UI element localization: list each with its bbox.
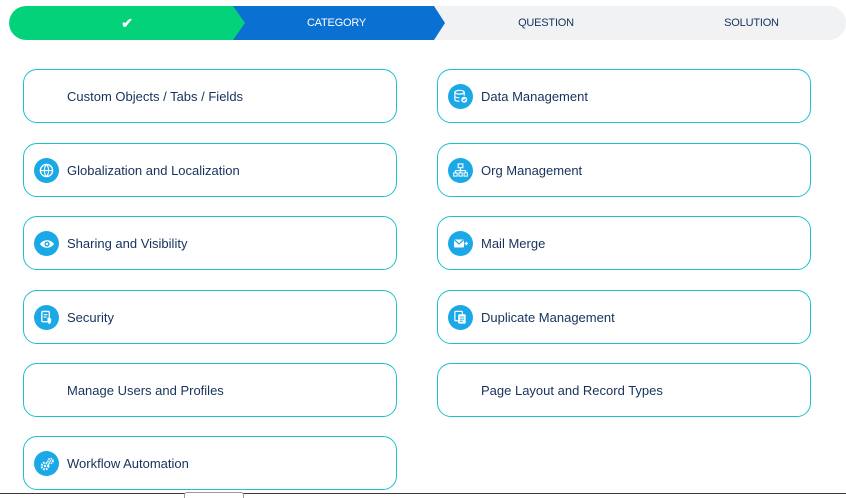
category-globalization[interactable]: Globalization and Localization xyxy=(23,143,397,197)
globe-icon xyxy=(34,158,59,183)
hierarchy-icon xyxy=(448,158,473,183)
category-label: Workflow Automation xyxy=(67,456,189,471)
category-label: Sharing and Visibility xyxy=(67,236,188,251)
category-label: Duplicate Management xyxy=(481,310,615,325)
gears-icon xyxy=(34,451,59,476)
eye-icon xyxy=(34,231,59,256)
category-label: Mail Merge xyxy=(481,236,546,251)
step-category-label: CATEGORY xyxy=(306,17,367,29)
envelope-icon xyxy=(448,231,473,256)
category-label: Data Management xyxy=(481,89,588,104)
step-completed[interactable]: ✔ xyxy=(9,6,245,40)
step-category[interactable]: CATEGORY xyxy=(214,6,445,40)
database-check-icon xyxy=(448,84,473,109)
category-label: Page Layout and Record Types xyxy=(481,383,663,398)
category-label: Custom Objects / Tabs / Fields xyxy=(67,89,244,104)
checkmark-icon: ✔ xyxy=(121,14,133,31)
step-question-label: QUESTION xyxy=(518,17,574,29)
step-solution-label: SOLUTION xyxy=(724,17,779,29)
progress-path: SOLUTION QUESTION CATEGORY ✔ xyxy=(9,6,846,40)
category-mail-merge[interactable]: Mail Merge xyxy=(437,216,811,270)
category-label: Org Management xyxy=(481,163,583,178)
category-label: Manage Users and Profiles xyxy=(67,383,224,398)
bottom-divider xyxy=(0,493,846,494)
category-security[interactable]: Security xyxy=(23,290,397,344)
category-org-management[interactable]: Org Management xyxy=(437,143,811,197)
category-sharing-visibility[interactable]: Sharing and Visibility xyxy=(23,216,397,270)
category-workflow-automation[interactable]: Workflow Automation xyxy=(23,436,397,490)
category-label: Security xyxy=(67,310,114,325)
shield-document-icon xyxy=(34,305,59,330)
step-solution[interactable]: SOLUTION xyxy=(637,6,846,40)
category-label: Globalization and Localization xyxy=(67,163,240,178)
step-question[interactable]: QUESTION xyxy=(427,6,653,40)
category-data-management[interactable]: Data Management xyxy=(437,69,811,123)
category-duplicate-management[interactable]: Duplicate Management xyxy=(437,290,811,344)
bottom-tab-handle[interactable] xyxy=(184,492,244,498)
category-custom-objects[interactable]: Custom Objects / Tabs / Fields xyxy=(23,69,397,123)
duplicate-docs-icon xyxy=(448,305,473,330)
category-manage-users[interactable]: Manage Users and Profiles xyxy=(23,363,397,417)
category-page-layout[interactable]: Page Layout and Record Types xyxy=(437,363,811,417)
